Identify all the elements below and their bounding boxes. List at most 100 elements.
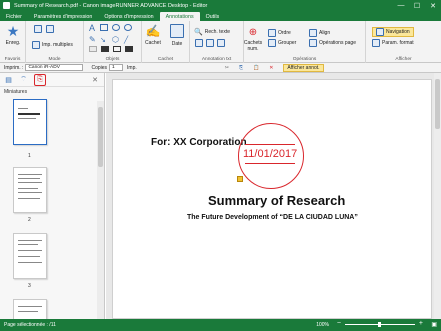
date-button[interactable]: Date <box>170 24 184 47</box>
arrow-tool-icon[interactable]: ↘ <box>100 36 106 44</box>
group-objets: A ✎ ↘ ⬡ ╱ Objets <box>84 21 142 63</box>
save-favorite-button[interactable]: ★ Enreg. <box>3 24 23 46</box>
printer-select[interactable]: Canon iR-ADV <box>25 64 84 71</box>
paste-icon[interactable]: 📋 <box>253 65 259 71</box>
ellipse-tool-icon[interactable] <box>112 24 120 31</box>
document-subtitle: The Future Development of “DE LA CIUDAD … <box>187 214 358 221</box>
multi-page-icon <box>32 41 40 49</box>
tab-fichier[interactable]: Fichier <box>0 12 28 21</box>
line-color-icon[interactable] <box>101 46 109 52</box>
properties-bar: Imprim. : Canon iR-ADV Copies 1 Imp. ✂ ⎘… <box>0 63 441 73</box>
copies-input[interactable]: 1 <box>109 64 124 71</box>
format-settings-button[interactable]: Param. format <box>372 39 414 47</box>
maximize-button[interactable]: ☐ <box>409 0 425 11</box>
line-style-icon[interactable] <box>113 46 121 52</box>
close-pane-icon[interactable]: ✕ <box>92 76 98 84</box>
thumbnail-number: 3 <box>28 283 31 289</box>
thumbnail-number: 2 <box>28 217 31 223</box>
group-operations: ⊕ Cachets num. Ordre Grouper Align Opéra… <box>244 21 366 63</box>
group-mode: Imp. multiples Mode <box>26 21 84 63</box>
document-page[interactable]: For: XX Corporation 11/01/2017 Summary o… <box>112 79 432 319</box>
tab-parametres-impression[interactable]: Paramètres d'impression <box>28 12 98 21</box>
calendar-icon <box>170 24 184 38</box>
underline-icon[interactable] <box>206 39 214 47</box>
window-title: Summary of Research.pdf - Canon imageRUN… <box>14 2 208 9</box>
document-title: Summary of Research <box>208 193 346 208</box>
order-dropdown[interactable]: Ordre <box>268 29 291 37</box>
page-operations-icon <box>309 39 317 47</box>
multi-print-button[interactable]: Imp. multiples <box>32 41 73 49</box>
sticky-note-icon[interactable] <box>237 176 243 182</box>
group-cachet: ✍ Cachet Date Cachet <box>142 21 190 63</box>
zoom-out-icon[interactable]: − <box>337 320 341 327</box>
thumbnail-page-1[interactable] <box>13 99 47 145</box>
thumbnails-scrollbar[interactable] <box>97 101 104 319</box>
star-icon: ★ <box>6 23 20 39</box>
cut-icon[interactable]: ✂ <box>225 65 229 71</box>
rectangle-tool-icon[interactable] <box>100 24 108 31</box>
fill-color-icon[interactable] <box>89 46 97 52</box>
zoom-in-icon[interactable]: + <box>419 320 423 327</box>
cachet-button[interactable]: ✍ Cachet <box>145 24 161 46</box>
title-bar: Summary of Research.pdf - Canon imageRUN… <box>0 0 441 11</box>
printer-label: Imprim. : <box>4 64 24 71</box>
zoom-level: 100% <box>316 322 329 328</box>
thumbnail-page-2[interactable] <box>13 167 47 213</box>
ribbon-tabs: Fichier Paramètres d'impression Options … <box>0 11 441 21</box>
thumbnails-heading: Miniatures <box>4 89 28 95</box>
thumbnail-number: 1 <box>28 153 31 159</box>
fit-page-icon[interactable]: ▣ <box>431 321 437 328</box>
stamp-line <box>245 144 295 145</box>
zoom-slider-thumb[interactable] <box>378 322 381 327</box>
bookmark-icon[interactable]: ⌔ <box>19 75 28 84</box>
recipient-text: For: XX Corporation <box>151 137 247 148</box>
page-operations-dropdown[interactable]: Opérations page <box>309 39 356 47</box>
cachets-num-button[interactable]: ⊕ Cachets num. <box>242 27 264 52</box>
highlight-icon[interactable] <box>195 39 203 47</box>
stamp-icon: ✍ <box>145 24 161 38</box>
minimize-button[interactable]: — <box>393 0 409 11</box>
stamp-line <box>245 163 295 164</box>
copy-icon[interactable]: ⎘ <box>239 65 243 71</box>
group-afficher: Navigation Param. format Afficher <box>366 21 441 63</box>
document-view: For: XX Corporation 11/01/2017 Summary o… <box>106 73 441 319</box>
app-icon <box>3 2 10 9</box>
strikeout-icon[interactable] <box>217 39 225 47</box>
seal-icon: ⊕ <box>248 27 258 38</box>
tab-outils[interactable]: Outils <box>200 12 226 21</box>
show-annotations-button[interactable]: Afficher annot. <box>283 63 324 72</box>
page-icon <box>34 25 42 33</box>
stamp-date: 11/01/2017 <box>243 148 298 160</box>
annotation-list-icon[interactable]: ⎘ <box>34 73 46 86</box>
search-text-button[interactable]: 🔍 Rech. texte <box>194 28 230 36</box>
align-dropdown[interactable]: Align <box>309 29 330 37</box>
close-button[interactable]: ✕ <box>425 0 441 11</box>
page-icon <box>46 25 54 33</box>
print-button[interactable]: Imp. <box>127 65 137 71</box>
group-icon <box>268 39 276 47</box>
navigation-icon <box>376 28 384 36</box>
group-favoris: ★ Enreg. Favoris <box>0 21 26 63</box>
delete-icon[interactable]: ✕ <box>269 65 273 71</box>
navigation-button[interactable]: Navigation <box>372 27 414 37</box>
thumbnails-toolbar: ▤ ⌔ ⎘ <box>0 73 104 87</box>
tab-annotations[interactable]: Annotations <box>159 12 200 21</box>
thumbnail-page-4[interactable] <box>13 299 47 319</box>
thumbnail-page-3[interactable] <box>13 233 47 279</box>
search-icon: 🔍 <box>194 29 203 36</box>
group-dropdown[interactable]: Grouper <box>268 39 296 47</box>
polygon-tool-icon[interactable]: ⬡ <box>112 35 119 44</box>
document-scrollbar[interactable] <box>434 73 441 319</box>
shadow-icon[interactable] <box>125 46 133 52</box>
circle-tool-icon[interactable] <box>124 24 132 31</box>
status-bar: Page sélectionnée : /11 100% − + ▣ <box>0 319 441 331</box>
thumbnails-view-icon[interactable]: ▤ <box>4 75 13 84</box>
pen-tool-icon[interactable]: ✎ <box>89 35 96 44</box>
tab-options-impression[interactable]: Options d'impression <box>98 12 159 21</box>
copies-label: Copies <box>91 64 108 71</box>
selected-page-status: Page sélectionnée : /11 <box>4 322 56 328</box>
line-tool-icon[interactable]: ╱ <box>124 36 128 44</box>
order-icon <box>268 29 276 37</box>
thumbnails-pane: ▤ ⌔ ⎘ ✕ Miniatures 1 2 3 <box>0 73 105 319</box>
text-tool-icon[interactable]: A <box>89 23 95 33</box>
